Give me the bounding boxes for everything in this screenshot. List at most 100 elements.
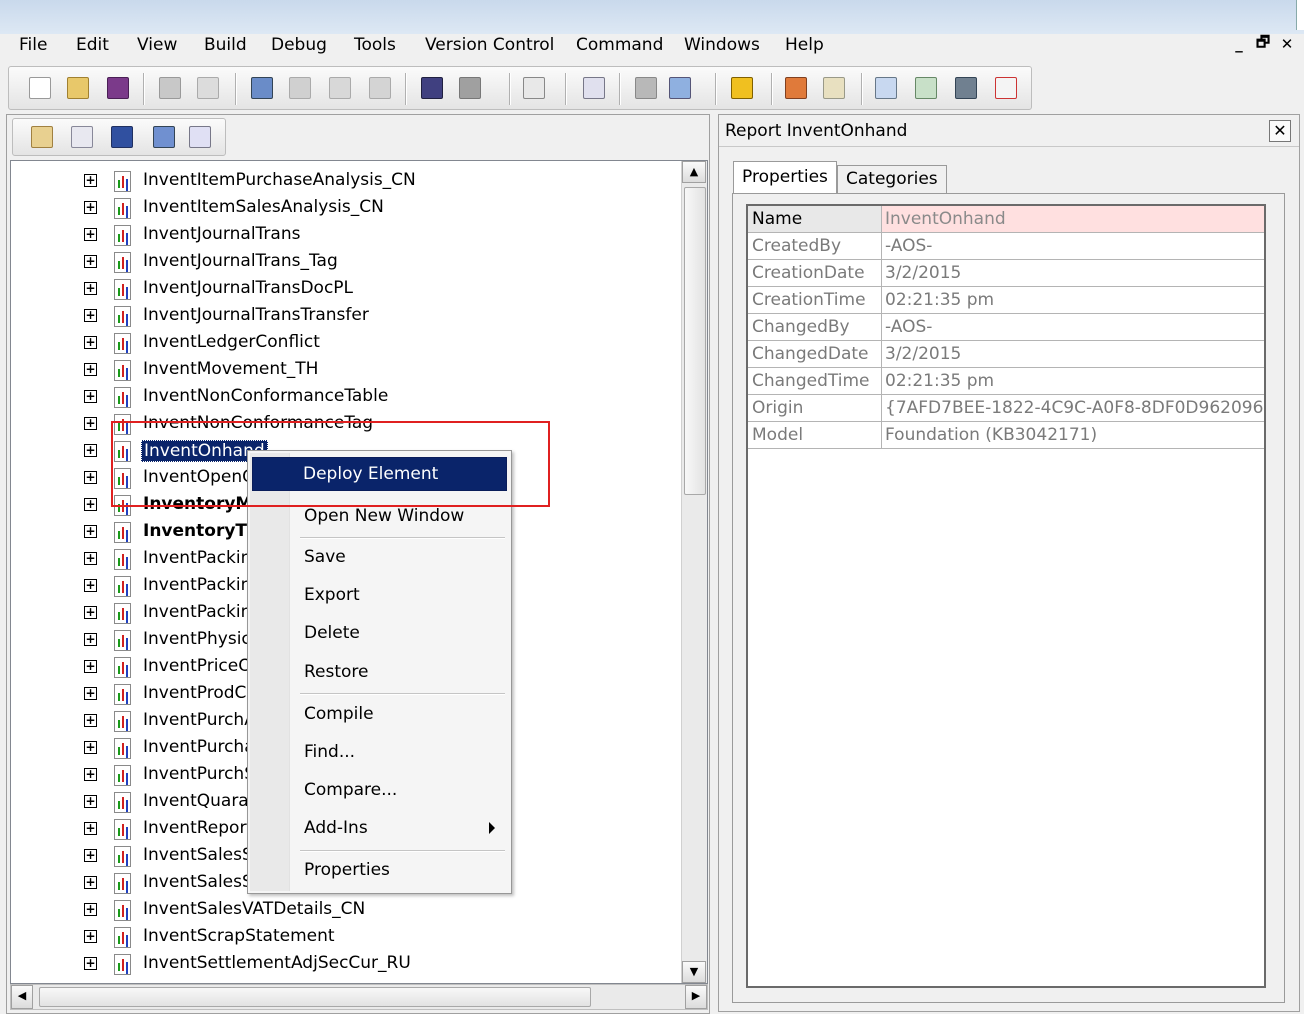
objects-icon[interactable] bbox=[111, 126, 133, 148]
expand-icon[interactable]: + bbox=[84, 201, 97, 214]
property-value[interactable]: -AOS- bbox=[882, 233, 1264, 259]
menu-view[interactable]: View bbox=[137, 35, 177, 55]
expand-icon[interactable]: + bbox=[84, 363, 97, 376]
expand-icon[interactable]: + bbox=[84, 471, 97, 484]
tree-node[interactable]: + InventNonConformanceTag bbox=[11, 411, 681, 438]
menu-windows[interactable]: Windows bbox=[684, 35, 760, 55]
menu-version-control[interactable]: Version Control bbox=[425, 35, 554, 55]
menu-item-add-ins[interactable]: Add-Ins bbox=[250, 812, 509, 846]
scroll-down-icon[interactable]: ▼ bbox=[682, 961, 706, 983]
expand-icon[interactable]: + bbox=[84, 822, 97, 835]
property-row[interactable]: CreationDate 3/2/2015 bbox=[748, 260, 1264, 287]
tree-node[interactable]: + InventItemPurchaseAnalysis_CN bbox=[11, 168, 681, 195]
settings-icon[interactable] bbox=[875, 77, 897, 99]
import-icon[interactable] bbox=[583, 77, 605, 99]
expand-icon[interactable]: + bbox=[84, 606, 97, 619]
menu-item-compare[interactable]: Compare... bbox=[250, 774, 509, 808]
copy-icon[interactable] bbox=[329, 77, 351, 99]
property-value[interactable]: 02:21:35 pm bbox=[882, 368, 1264, 394]
property-value[interactable]: 3/2/2015 bbox=[882, 341, 1264, 367]
property-value[interactable]: -AOS- bbox=[882, 314, 1264, 340]
menu-item-properties[interactable]: Properties bbox=[250, 854, 509, 888]
expand-icon[interactable]: + bbox=[84, 309, 97, 322]
warning-icon[interactable] bbox=[731, 77, 753, 99]
expand-icon[interactable]: + bbox=[84, 336, 97, 349]
expand-icon[interactable]: + bbox=[84, 849, 97, 862]
expand-icon[interactable]: + bbox=[84, 174, 97, 187]
expand-icon[interactable]: + bbox=[84, 876, 97, 889]
import-icon[interactable] bbox=[189, 126, 211, 148]
property-value[interactable]: InventOnhand bbox=[882, 206, 1264, 232]
menu-command[interactable]: Command bbox=[576, 35, 663, 55]
list-icon[interactable] bbox=[823, 77, 845, 99]
property-row[interactable]: ChangedTime 02:21:35 pm bbox=[748, 368, 1264, 395]
menu-item-delete[interactable]: Delete bbox=[250, 617, 509, 651]
scroll-left-icon[interactable]: ◀ bbox=[11, 985, 33, 1009]
open-icon[interactable] bbox=[67, 77, 89, 99]
scroll-thumb[interactable] bbox=[39, 987, 591, 1007]
menu-item-deploy-element[interactable]: Deploy Element bbox=[252, 457, 507, 491]
database-icon[interactable] bbox=[955, 77, 977, 99]
expand-icon[interactable]: + bbox=[84, 579, 97, 592]
properties-icon[interactable] bbox=[251, 77, 273, 99]
property-row[interactable]: ChangedBy -AOS- bbox=[748, 314, 1264, 341]
expand-icon[interactable]: + bbox=[84, 417, 97, 430]
properties-icon[interactable] bbox=[71, 126, 93, 148]
print-icon[interactable] bbox=[159, 77, 181, 99]
expand-icon[interactable]: + bbox=[84, 390, 97, 403]
tree-node[interactable]: + InventJournalTransDocPL bbox=[11, 276, 681, 303]
property-value[interactable]: {7AFD7BEE-1822-4C9C-A0F8-8DF0D962096F} bbox=[882, 395, 1264, 421]
find-next-icon[interactable] bbox=[459, 77, 481, 99]
checklist-icon[interactable] bbox=[995, 77, 1017, 99]
close-icon[interactable]: ✕ bbox=[1276, 34, 1298, 54]
expand-icon[interactable]: + bbox=[84, 552, 97, 565]
menu-build[interactable]: Build bbox=[204, 35, 247, 55]
property-value[interactable]: 02:21:35 pm bbox=[882, 287, 1264, 313]
menu-item-find[interactable]: Find... bbox=[250, 736, 509, 770]
tree-horizontal-scrollbar[interactable]: ◀ ▶ bbox=[10, 984, 708, 1010]
expand-icon[interactable]: + bbox=[84, 714, 97, 727]
scroll-up-icon[interactable]: ▲ bbox=[682, 161, 706, 183]
tree-node[interactable]: + InventSettlementAdjSecCur_RU bbox=[11, 951, 681, 978]
menu-item-export[interactable]: Export bbox=[250, 579, 509, 613]
menu-help[interactable]: Help bbox=[785, 35, 824, 55]
print-preview-icon[interactable] bbox=[197, 77, 219, 99]
property-row[interactable]: Model Foundation (KB3042171) bbox=[748, 422, 1264, 449]
tree-node[interactable]: + InventJournalTrans_Tag bbox=[11, 249, 681, 276]
tree-node[interactable]: + InventNonConformanceTable bbox=[11, 384, 681, 411]
sort-icon[interactable] bbox=[669, 77, 691, 99]
expand-icon[interactable]: + bbox=[84, 525, 97, 538]
expand-icon[interactable]: + bbox=[84, 498, 97, 511]
paste-icon[interactable] bbox=[369, 77, 391, 99]
menu-item-save[interactable]: Save bbox=[250, 541, 509, 575]
expand-icon[interactable]: + bbox=[84, 687, 97, 700]
menu-item-open-new-window[interactable]: Open New Window bbox=[250, 500, 509, 534]
tree-node[interactable]: + InventMovement_TH bbox=[11, 357, 681, 384]
menu-tools[interactable]: Tools bbox=[354, 35, 396, 55]
expand-icon[interactable]: + bbox=[84, 228, 97, 241]
tab-categories[interactable]: Categories bbox=[837, 165, 947, 193]
tab-properties[interactable]: Properties bbox=[733, 161, 837, 194]
sort-icon[interactable] bbox=[153, 126, 175, 148]
open-folder-icon[interactable] bbox=[31, 126, 53, 148]
property-row[interactable]: Origin {7AFD7BEE-1822-4C9C-A0F8-8DF0D9620… bbox=[748, 395, 1264, 422]
menu-file[interactable]: File bbox=[19, 35, 47, 55]
expand-icon[interactable]: + bbox=[84, 660, 97, 673]
property-row[interactable]: ChangedDate 3/2/2015 bbox=[748, 341, 1264, 368]
tree-node[interactable]: + InventSalesVATDetails_CN bbox=[11, 897, 681, 924]
expand-icon[interactable]: + bbox=[84, 768, 97, 781]
property-value[interactable]: 3/2/2015 bbox=[882, 260, 1264, 286]
scroll-thumb[interactable] bbox=[684, 187, 706, 495]
tree-node[interactable]: + InventLedgerConflict bbox=[11, 330, 681, 357]
property-value[interactable]: Foundation (KB3042171) bbox=[882, 422, 1264, 448]
tree-node[interactable]: + InventScrapStatement bbox=[11, 924, 681, 951]
property-row[interactable]: CreationTime 02:21:35 pm bbox=[748, 287, 1264, 314]
expand-icon[interactable]: + bbox=[84, 444, 97, 457]
tree-node[interactable]: + InventJournalTrans bbox=[11, 222, 681, 249]
menu-item-compile[interactable]: Compile bbox=[250, 698, 509, 732]
expand-icon[interactable]: + bbox=[84, 795, 97, 808]
expand-icon[interactable]: + bbox=[84, 957, 97, 970]
find-icon[interactable] bbox=[421, 77, 443, 99]
restore-icon[interactable]: 🗗 bbox=[1252, 33, 1274, 54]
expand-icon[interactable]: + bbox=[84, 255, 97, 268]
